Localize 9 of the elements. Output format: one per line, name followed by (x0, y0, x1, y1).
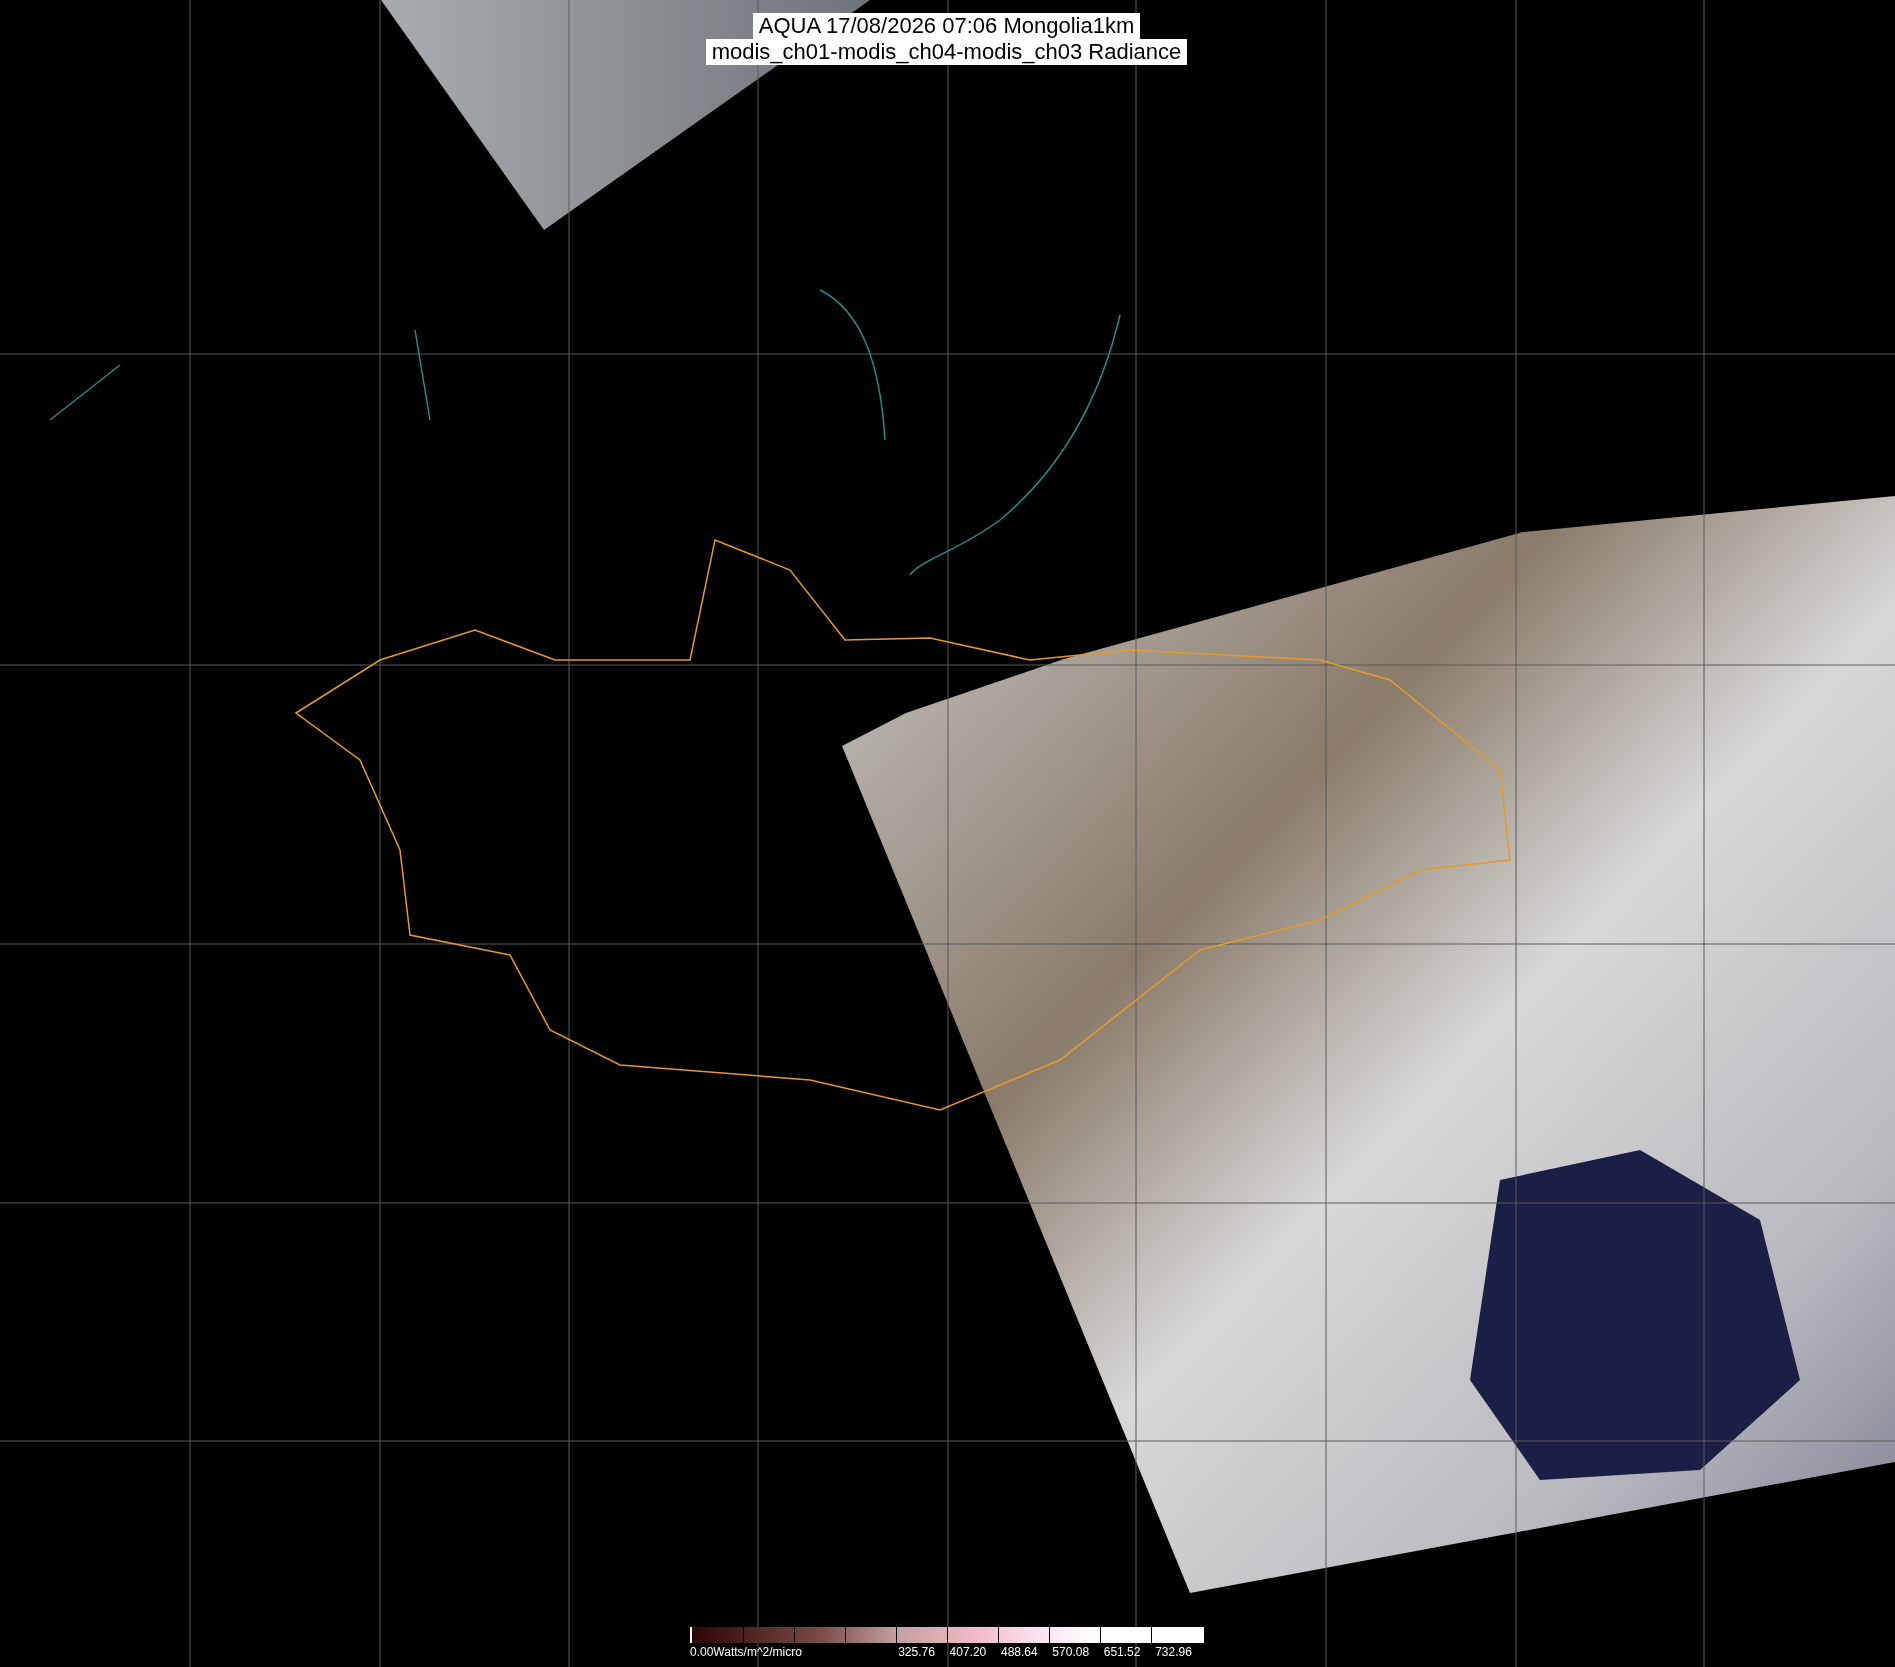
colorbar-label: 0.00Watts/m^2/micro (690, 1645, 802, 1659)
colorbar-label: 732.96 (1155, 1645, 1192, 1659)
map-title: modis_ch01-modis_ch04-modis_ch03 Radiance (705, 39, 1188, 65)
colorbar-label: 407.20 (949, 1645, 987, 1659)
colorbar-label: 488.64 (1000, 1645, 1038, 1659)
map-title: AQUA 17/08/2026 07:06 Mongolia1km (752, 13, 1141, 39)
colorbar-label: 570.08 (1052, 1645, 1090, 1659)
colorbar-label: 651.52 (1103, 1645, 1141, 1659)
colorbar-label: 325.76 (898, 1645, 935, 1659)
